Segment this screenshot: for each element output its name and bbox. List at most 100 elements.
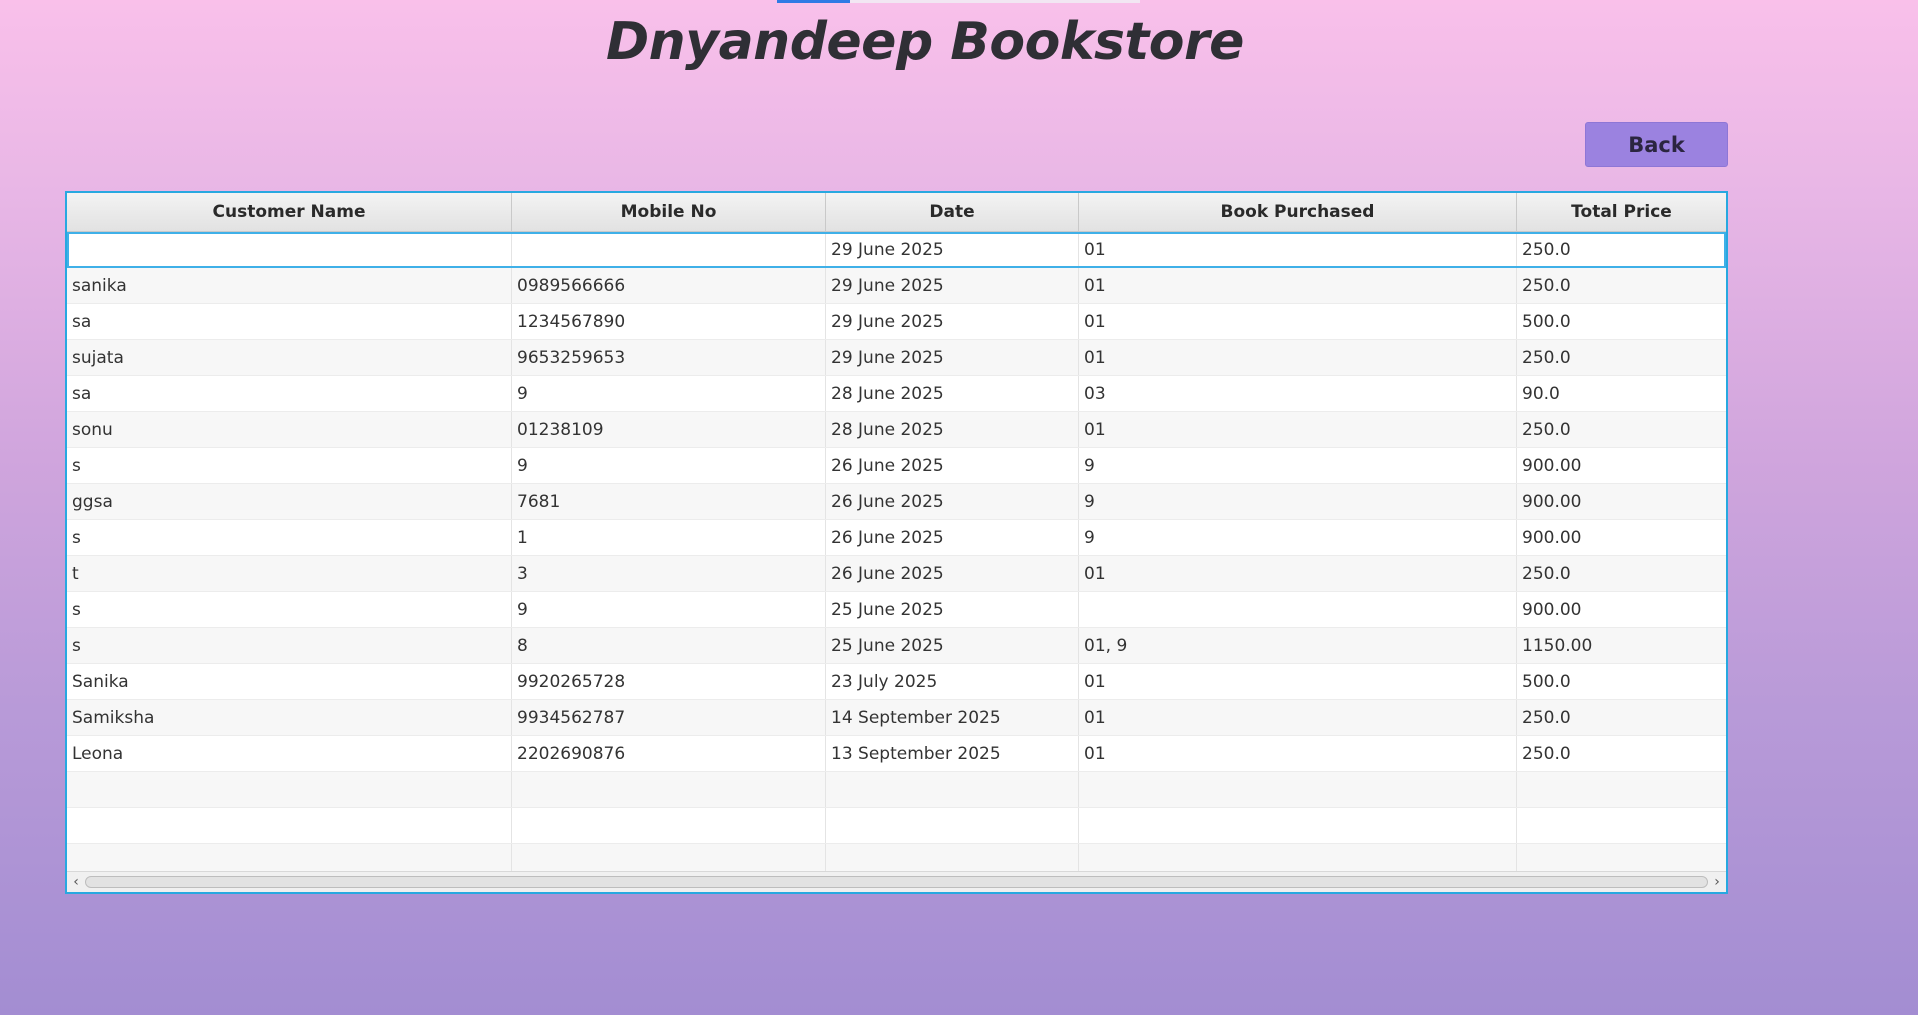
table-row[interactable]: sa 9 28 June 2025 03 90.0 [67, 376, 1726, 412]
table-row[interactable]: s 8 25 June 2025 01, 9 1150.00 [67, 628, 1726, 664]
table-row[interactable]: s 9 26 June 2025 9 900.00 [67, 448, 1726, 484]
table-cell[interactable]: s [67, 592, 512, 627]
table-cell[interactable]: 29 June 2025 [826, 268, 1079, 303]
table-cell[interactable]: s [67, 520, 512, 555]
table-cell[interactable]: 01 [1079, 736, 1517, 771]
table-cell[interactable]: 29 June 2025 [826, 340, 1079, 375]
table-cell[interactable]: 01 [1079, 340, 1517, 375]
table-row[interactable]: sanika 0989566666 29 June 2025 01 250.0 [67, 268, 1726, 304]
table-row[interactable]: 29 June 2025 01 250.0 [67, 232, 1726, 268]
table-cell[interactable]: 7681 [512, 484, 826, 519]
horizontal-scrollbar[interactable]: ‹ › [67, 871, 1726, 892]
table-row[interactable]: t 3 26 June 2025 01 250.0 [67, 556, 1726, 592]
table-cell[interactable]: Samiksha [67, 700, 512, 735]
table-row[interactable]: Samiksha 9934562787 14 September 2025 01 250… [67, 700, 1726, 736]
table-row[interactable] [67, 772, 1726, 808]
table-cell[interactable]: 03 [1079, 376, 1517, 411]
table-cell[interactable]: 9 [1079, 484, 1517, 519]
table-cell[interactable]: 01 [1079, 664, 1517, 699]
table-cell[interactable]: 26 June 2025 [826, 448, 1079, 483]
table-cell[interactable]: sujata [67, 340, 512, 375]
table-cell[interactable]: 900.00 [1517, 448, 1726, 483]
table-row[interactable]: s 9 25 June 2025 900.00 [67, 592, 1726, 628]
table-cell[interactable]: 250.0 [1517, 268, 1726, 303]
chevron-right-icon[interactable]: › [1708, 872, 1726, 892]
table-cell[interactable]: 29 June 2025 [826, 232, 1079, 267]
table-cell[interactable]: 9934562787 [512, 700, 826, 735]
table-cell[interactable]: t [67, 556, 512, 591]
table-row[interactable]: sonu 01238109 28 June 2025 01 250.0 [67, 412, 1726, 448]
table-cell[interactable]: 900.00 [1517, 484, 1726, 519]
table-cell[interactable]: 26 June 2025 [826, 556, 1079, 591]
table-cell[interactable]: 2202690876 [512, 736, 826, 771]
table-cell[interactable]: sanika [67, 268, 512, 303]
table-cell[interactable]: 9 [512, 376, 826, 411]
table-cell[interactable]: 9 [512, 592, 826, 627]
table-cell[interactable]: 9 [512, 448, 826, 483]
table-row[interactable]: Leona 2202690876 13 September 2025 01 250.0 [67, 736, 1726, 772]
column-header-date[interactable]: Date [826, 193, 1079, 231]
column-header-total-price[interactable]: Total Price [1517, 193, 1726, 231]
table-cell[interactable]: 29 June 2025 [826, 304, 1079, 339]
table-cell[interactable]: 1150.00 [1517, 628, 1726, 663]
table-cell[interactable] [512, 772, 826, 807]
table-cell[interactable]: Sanika [67, 664, 512, 699]
table-cell[interactable] [512, 808, 826, 843]
table-cell[interactable]: s [67, 448, 512, 483]
column-header-mobile-no[interactable]: Mobile No [512, 193, 826, 231]
table-cell[interactable]: 28 June 2025 [826, 376, 1079, 411]
back-button[interactable]: Back [1585, 122, 1728, 167]
table-cell[interactable]: 250.0 [1517, 340, 1726, 375]
table-cell[interactable]: 01238109 [512, 412, 826, 447]
table-cell[interactable]: 250.0 [1517, 412, 1726, 447]
table-cell[interactable] [826, 772, 1079, 807]
chevron-left-icon[interactable]: ‹ [67, 872, 85, 892]
scroll-thumb[interactable] [85, 876, 1708, 888]
table-cell[interactable]: 3 [512, 556, 826, 591]
table-cell[interactable] [1517, 772, 1726, 807]
sales-table[interactable]: Customer Name Mobile No Date Book Purcha… [65, 191, 1728, 894]
table-cell[interactable]: 500.0 [1517, 664, 1726, 699]
table-row[interactable] [67, 808, 1726, 844]
table-cell[interactable] [67, 808, 512, 843]
table-cell[interactable]: 8 [512, 628, 826, 663]
table-cell[interactable]: 9 [1079, 520, 1517, 555]
table-cell[interactable]: sonu [67, 412, 512, 447]
table-row[interactable]: Sanika 9920265728 23 July 2025 01 500.0 [67, 664, 1726, 700]
table-cell[interactable]: 26 June 2025 [826, 484, 1079, 519]
table-cell[interactable]: 250.0 [1517, 700, 1726, 735]
table-cell[interactable]: 01 [1079, 268, 1517, 303]
table-cell[interactable]: 01 [1079, 556, 1517, 591]
table-cell[interactable]: 23 July 2025 [826, 664, 1079, 699]
table-cell[interactable] [512, 232, 826, 267]
table-cell[interactable]: 01 [1079, 412, 1517, 447]
table-cell[interactable]: ggsa [67, 484, 512, 519]
table-cell[interactable] [1079, 592, 1517, 627]
table-cell[interactable] [67, 232, 512, 267]
table-cell[interactable]: 500.0 [1517, 304, 1726, 339]
table-cell[interactable]: 28 June 2025 [826, 412, 1079, 447]
table-cell[interactable]: 26 June 2025 [826, 520, 1079, 555]
table-cell[interactable]: sa [67, 304, 512, 339]
table-cell[interactable]: sa [67, 376, 512, 411]
table-cell[interactable] [1079, 772, 1517, 807]
table-cell[interactable]: 900.00 [1517, 520, 1726, 555]
table-row[interactable]: sa 1234567890 29 June 2025 01 500.0 [67, 304, 1726, 340]
table-cell[interactable]: 1 [512, 520, 826, 555]
table-cell[interactable]: 0989566666 [512, 268, 826, 303]
table-cell[interactable]: 01 [1079, 232, 1517, 267]
table-cell[interactable]: s [67, 628, 512, 663]
table-cell[interactable]: 9920265728 [512, 664, 826, 699]
table-cell[interactable] [826, 808, 1079, 843]
table-cell[interactable]: 25 June 2025 [826, 628, 1079, 663]
table-cell[interactable]: 90.0 [1517, 376, 1726, 411]
table-cell[interactable]: Leona [67, 736, 512, 771]
table-cell[interactable]: 01 [1079, 700, 1517, 735]
table-cell[interactable]: 250.0 [1517, 232, 1726, 267]
table-cell[interactable] [67, 772, 512, 807]
column-header-customer-name[interactable]: Customer Name [67, 193, 512, 231]
table-cell[interactable]: 9653259653 [512, 340, 826, 375]
table-cell[interactable]: 25 June 2025 [826, 592, 1079, 627]
table-cell[interactable]: 1234567890 [512, 304, 826, 339]
table-cell[interactable] [1079, 808, 1517, 843]
